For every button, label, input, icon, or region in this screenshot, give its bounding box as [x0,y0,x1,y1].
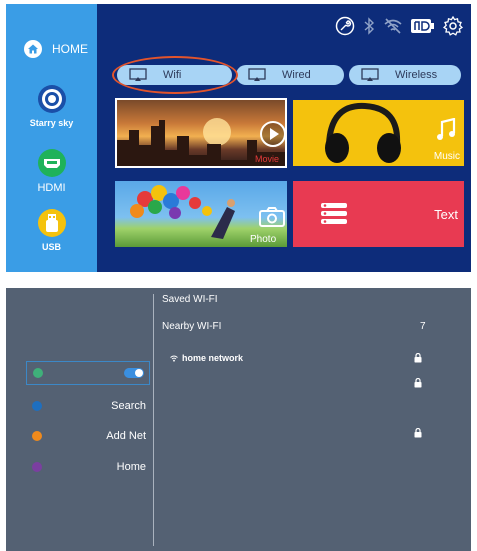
tab-wired[interactable]: Wired [236,65,344,85]
tile-label: Photo [250,234,277,245]
sidebar-home[interactable]: HOME [24,40,88,58]
wifi-signal-icon [170,355,178,362]
play-icon [260,121,285,147]
sidebar-item-label: USB [41,242,61,252]
tab-label: Wired [282,69,311,81]
menu-item-label: Search [111,400,146,412]
nearby-wifi-header: Nearby WI-FI [162,321,222,332]
menu-item-label: Home [116,461,146,473]
usb-drive-icon [37,209,66,237]
saved-wifi-header: Saved WI-FI [162,294,218,305]
sidebar-item-hdmi[interactable]: HDMI [6,148,97,194]
tile-music[interactable]: Music [293,100,464,166]
lock-icon [414,353,422,363]
tile-label: Music [433,151,460,162]
menu-item-add-net[interactable]: Add Net [26,424,150,448]
network-name[interactable]: home network [182,353,243,363]
sidebar-item-label: Starry sky [29,118,74,128]
screen-cast-icon [248,68,266,81]
lock-icon [414,428,422,438]
music-note-icon [437,118,456,140]
launcher-sidebar: HOME Starry sky HDMI USB [6,4,97,272]
camera-icon [259,207,285,227]
text-lines-icon [321,203,347,224]
add-net-dot-icon [32,431,42,441]
wifi-toggle-switch[interactable] [124,368,144,378]
menu-item-label: Add Net [106,430,146,442]
screen-cast-icon [361,68,379,81]
panel-divider [153,294,154,546]
menu-item-home[interactable]: Home [26,455,150,479]
tab-label: Wireless [395,69,438,81]
tile-movie[interactable]: Movie [115,98,287,168]
tools-icon[interactable] [335,16,355,36]
tile-photo[interactable]: Photo [115,181,287,247]
tile-text[interactable]: Text [293,181,464,247]
tile-label: Movie [254,154,279,164]
search-dot-icon [32,401,42,411]
wifi-off-icon[interactable] [383,17,403,35]
toggle-knob [135,369,143,377]
sidebar-item-usb[interactable]: USB [6,208,97,252]
status-bar [335,16,463,36]
tile-label: Text [434,207,458,222]
hdmi-icon [37,149,66,177]
launcher-screen: HOME Starry sky HDMI USB Wifi Wired Wire… [6,4,471,272]
tab-wireless[interactable]: Wireless [349,65,461,85]
menu-item-search[interactable]: Search [26,394,150,418]
battery-icon[interactable] [411,19,435,33]
nearby-count: 7 [420,321,426,332]
home-dot-icon [32,462,42,472]
menu-item-wifi-toggle[interactable] [26,361,150,385]
headphones-art [325,102,401,163]
sidebar-home-label: HOME [52,42,88,56]
wifi-settings-screen: Search Add Net Home Saved WI-FI Nearby W… [6,288,471,551]
sidebar-item-label: HDMI [37,182,66,194]
bluetooth-icon[interactable] [363,17,375,35]
lock-icon [414,378,422,388]
gear-icon[interactable] [443,16,463,36]
target-icon [37,85,66,113]
selection-highlight-ring [112,56,238,94]
wifi-dot-icon [33,368,43,378]
home-icon [24,40,42,58]
sidebar-item-starry-sky[interactable]: Starry sky [6,84,97,128]
